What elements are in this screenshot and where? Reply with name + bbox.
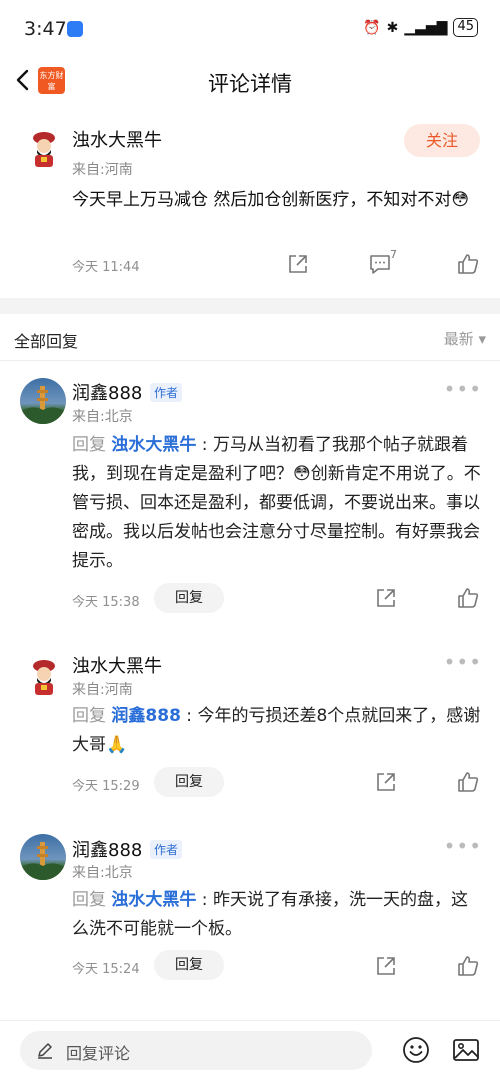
author-location: 来自:北京 [72,409,133,425]
avatar[interactable] [22,126,66,170]
bottom-bar: 回复评论 [0,1020,500,1080]
comment-count: 7 [390,248,397,261]
author-badge: 作者 [150,840,183,859]
page-title: 评论详情 [208,72,292,96]
emoji-icon[interactable] [402,1036,430,1064]
top-bar: 东方财富 评论详情 [0,56,500,106]
reply-time: 今天 15:38 [72,595,140,610]
reply-item: 浊水大黑牛 ••• 来自:河南 回复 润鑫888 : 今年的亏损还差8个点就回来… [0,636,500,816]
app-notification-icon [67,21,83,37]
reply-item: 润鑫888 作者 ••• 来自:北京 回复 浊水大黑牛 : 万马从当初看了我那个… [0,361,500,631]
reply-button[interactable]: 回复 [154,583,224,613]
signal-icon: ▁▃▅▇ [404,19,448,36]
reply-input[interactable]: 回复评论 [20,1031,372,1070]
reply-time: 今天 15:24 [72,962,140,977]
more-options-icon[interactable]: ••• [444,834,482,858]
reply-target-user[interactable]: 润鑫888 [111,706,181,726]
reply-button[interactable]: 回复 [154,950,224,980]
author-location: 来自:河南 [72,682,133,698]
sort-dropdown[interactable]: 最新 ▾ [444,328,486,349]
reply-item: 润鑫888 作者 ••• 来自:北京 回复 浊水大黑牛 : 昨天说了有承接，洗一… [0,818,500,998]
reply-text: 回复 浊水大黑牛 : 万马从当初看了我那个帖子就跟着我，到现在肯定是盈利了吧？😳… [72,431,484,576]
author-name[interactable]: 浊水大黑牛 [72,652,162,678]
author-name[interactable]: 润鑫888 [72,836,142,862]
like-icon[interactable] [456,586,480,610]
author-name[interactable]: 浊水大黑牛 [72,126,162,152]
reply-prefix: 回复 [72,890,112,910]
reply-button[interactable]: 回复 [154,767,224,797]
reply-target-user[interactable]: 浊水大黑牛 [111,435,196,455]
image-icon[interactable] [452,1036,480,1064]
share-icon[interactable] [374,954,398,978]
battery-indicator: 45 [453,18,478,37]
status-time: 3:47 [24,18,67,40]
replies-header: 全部回复 最新 ▾ [0,314,500,361]
status-icons: ⏰ ✱ ▁▃▅▇ 45 [363,18,478,37]
reply-body: : 万马从当初看了我那个帖子就跟着我，到现在肯定是盈利了吧？😳创新肯定不用说了。… [72,435,481,571]
author-badge: 作者 [150,383,183,402]
reply-target-user[interactable]: 浊水大黑牛 [111,890,196,910]
comment-icon[interactable] [368,252,392,276]
reply-time: 今天 15:29 [72,779,140,794]
comment-text: 今天早上万马减仓 然后加仓创新医疗，不知对不对😳 [72,190,470,210]
comment-time: 今天 11:44 [72,260,140,275]
avatar[interactable] [20,834,66,880]
alarm-icon: ⏰ [363,19,381,36]
reply-input-placeholder: 回复评论 [66,1044,131,1063]
status-bar: 3:47 ⏰ ✱ ▁▃▅▇ 45 [0,0,500,56]
pencil-icon [38,1043,52,1059]
reply-text: 回复 润鑫888 : 今年的亏损还差8个点就回来了，感谢大哥🙏 [72,702,484,760]
avatar[interactable] [22,654,66,698]
main-comment: 浊水大黑牛 来自:河南 关注 今天早上万马减仓 然后加仓创新医疗，不知对不对😳 … [0,106,500,298]
avatar[interactable] [20,378,66,424]
follow-button[interactable]: 关注 [404,124,480,157]
author-name[interactable]: 润鑫888 [72,379,142,405]
more-options-icon[interactable]: ••• [444,377,482,401]
reply-prefix: 回复 [72,706,112,726]
bluetooth-icon: ✱ [386,19,399,36]
more-options-icon[interactable]: ••• [444,650,482,674]
like-icon[interactable] [456,252,480,276]
section-divider [0,298,500,314]
share-icon[interactable] [286,252,310,276]
reply-prefix: 回复 [72,435,112,455]
author-location: 来自:北京 [72,865,133,881]
replies-title: 全部回复 [14,332,79,351]
author-location: 来自:河南 [72,162,133,178]
share-icon[interactable] [374,586,398,610]
reply-text: 回复 浊水大黑牛 : 昨天说了有承接，洗一天的盘，这么洗不可能就一个板。 [72,886,484,944]
like-icon[interactable] [456,954,480,978]
like-icon[interactable] [456,770,480,794]
share-icon[interactable] [374,770,398,794]
